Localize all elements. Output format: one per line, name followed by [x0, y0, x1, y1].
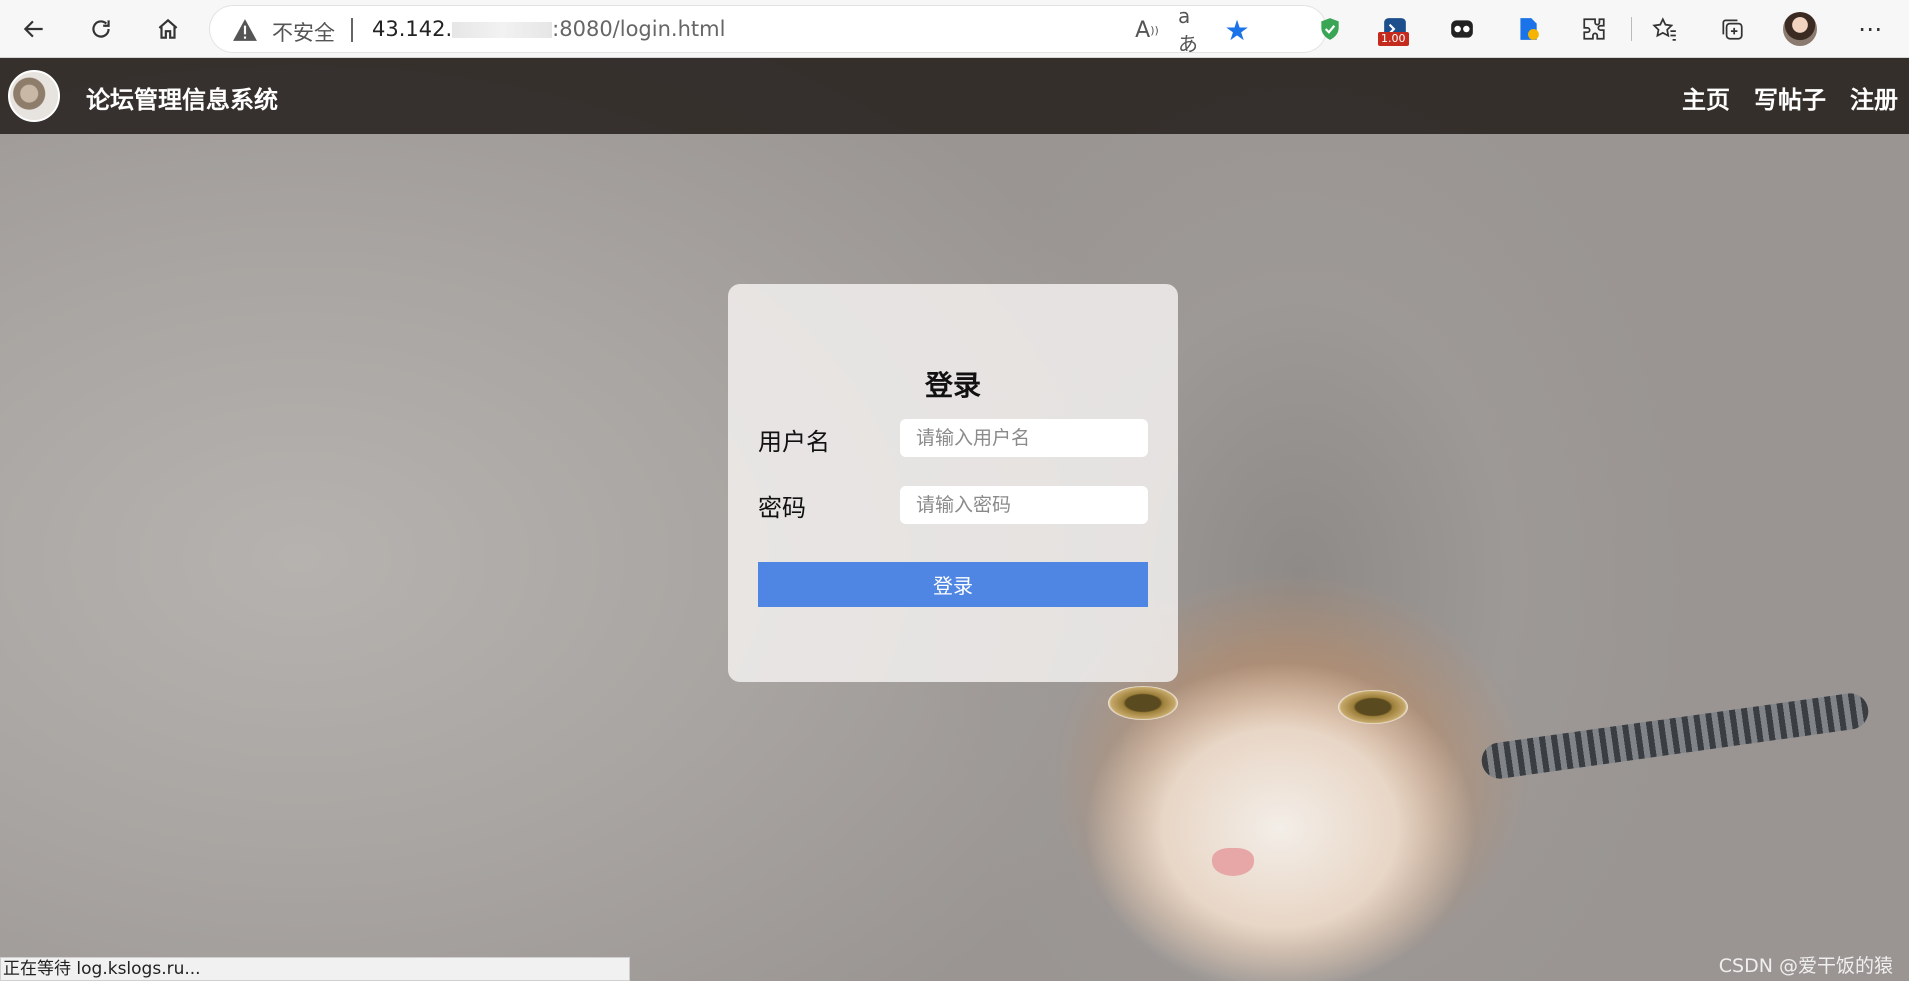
home-button[interactable]	[148, 9, 188, 49]
watermark: CSDN @爱干饭的猿	[1718, 955, 1893, 977]
home-icon	[158, 18, 178, 39]
shield-extension-icon[interactable]	[1313, 12, 1347, 46]
back-button[interactable]	[14, 9, 54, 49]
back-arrow-icon	[23, 20, 43, 38]
translate-icon[interactable]: aあ	[1178, 4, 1208, 56]
address-bar[interactable]: 不安全 43.142. :8080/login.html A)) aあ ★	[210, 4, 1326, 56]
refresh-icon	[92, 20, 110, 38]
refresh-button[interactable]	[81, 9, 121, 49]
read-aloud-icon[interactable]: A))	[1132, 15, 1162, 45]
nav-home-link[interactable]: 主页	[1682, 80, 1730, 115]
extensions-puzzle-icon[interactable]	[1577, 12, 1611, 46]
mask-extension-icon[interactable]	[1445, 12, 1479, 46]
cat-nose	[1212, 848, 1254, 876]
username-label: 用户名	[758, 428, 830, 456]
extension-badge: 1.00	[1378, 32, 1409, 46]
document-extension-icon[interactable]	[1511, 12, 1545, 46]
page-background: 论坛管理信息系统 主页 写帖子 注册 登录 用户名 密码 登录	[0, 58, 1909, 981]
address-separator	[351, 18, 353, 42]
nav-write-post-link[interactable]: 写帖子	[1754, 80, 1826, 115]
url-text[interactable]: 43.142. :8080/login.html	[372, 17, 725, 41]
cat-eye-right	[1338, 690, 1408, 724]
site-navbar: 论坛管理信息系统 主页 写帖子 注册	[0, 58, 1909, 134]
username-input[interactable]	[900, 419, 1148, 457]
more-menu-icon[interactable]: ⋯	[1853, 12, 1887, 46]
password-label: 密码	[758, 494, 806, 522]
url-redaction	[452, 22, 553, 38]
browser-toolbar: 不安全 43.142. :8080/login.html A)) aあ ★ 1.0…	[0, 0, 1909, 58]
url-host: 43.142.	[372, 17, 453, 41]
cat-eye-left	[1108, 686, 1178, 720]
security-label[interactable]: 不安全	[272, 17, 335, 47]
warning-icon[interactable]	[232, 18, 258, 42]
login-heading: 登录	[924, 369, 981, 402]
favorite-star-icon[interactable]: ★	[1222, 14, 1252, 47]
login-form: 登录 用户名 密码 登录	[728, 284, 1178, 682]
favorites-icon[interactable]	[1648, 12, 1682, 46]
profile-avatar[interactable]	[1783, 12, 1817, 46]
toolbar-divider	[1631, 17, 1632, 41]
hoodie-seam	[1479, 691, 1871, 781]
url-path: :8080/login.html	[552, 17, 726, 41]
nav-register-link[interactable]: 注册	[1850, 80, 1898, 115]
site-title: 论坛管理信息系统	[86, 86, 278, 114]
site-logo	[8, 70, 60, 122]
status-bar: 正在等待 log.kslogs.ru...	[0, 957, 630, 981]
collections-icon[interactable]	[1715, 12, 1749, 46]
login-button[interactable]: 登录	[758, 562, 1148, 607]
password-input[interactable]	[900, 486, 1148, 524]
